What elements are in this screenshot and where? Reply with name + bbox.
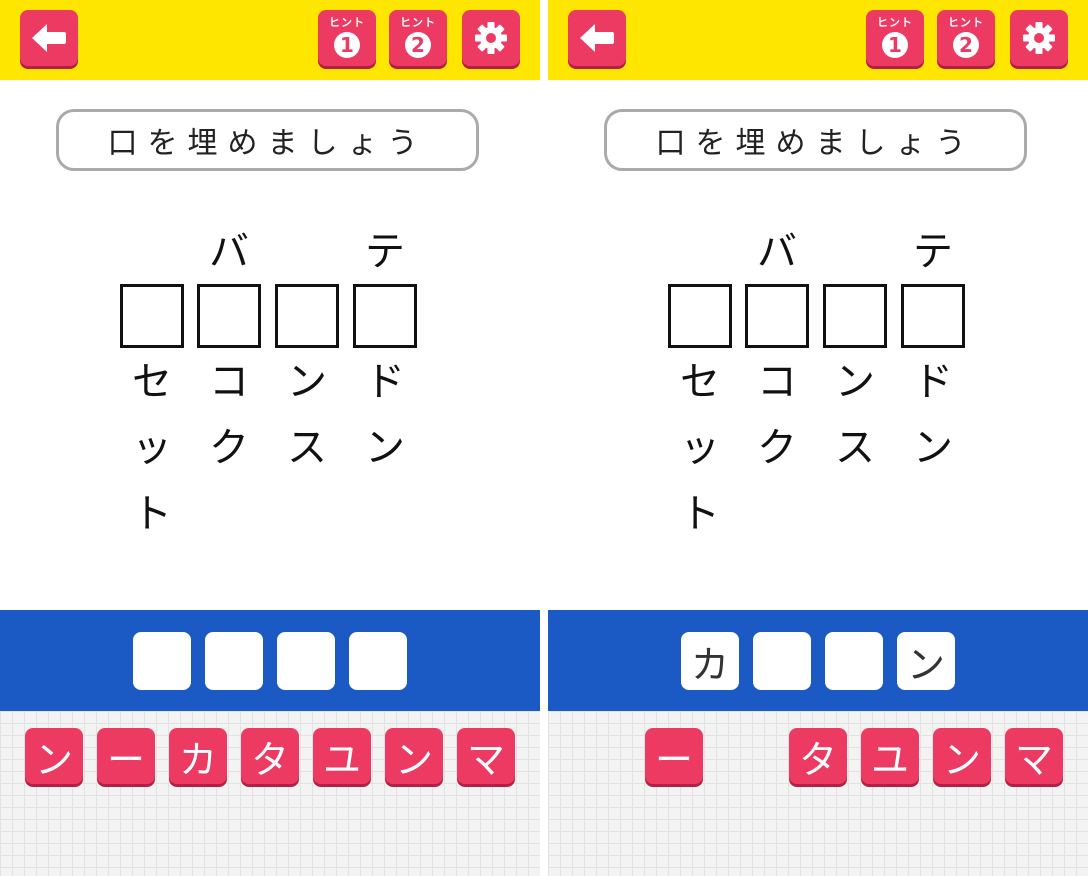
- clue-char-below: ト: [680, 491, 720, 537]
- letter-key[interactable]: ン: [933, 728, 991, 784]
- clue-char-below: ン: [287, 359, 327, 405]
- clue-char-below: ド: [365, 359, 405, 405]
- letter-key[interactable]: タ: [789, 728, 847, 784]
- answer-bar: カン: [548, 610, 1088, 711]
- answer-slot[interactable]: [753, 632, 811, 690]
- game-screen: ヒント 1 ヒント 2 口を埋めましょうバテセットコクンスドンンーカタユンマ: [0, 0, 540, 876]
- clue-char-below: セ: [680, 359, 720, 405]
- clue-char-below: ッ: [680, 425, 720, 471]
- clue-char-above: バ: [209, 229, 249, 275]
- letter-key[interactable]: ユ: [313, 728, 371, 784]
- letter-keyboard: ー タユンマ: [548, 711, 1088, 876]
- answer-box: [745, 284, 809, 348]
- letter-key[interactable]: ユ: [861, 728, 919, 784]
- letter-key[interactable]: カ: [169, 728, 227, 784]
- answer-box: [668, 284, 732, 348]
- letter-key[interactable]: ン: [385, 728, 443, 784]
- answer-box: [120, 284, 184, 348]
- clue-char-below: ン: [913, 425, 953, 471]
- clue-char-below: コ: [757, 359, 797, 405]
- letter-key[interactable]: マ: [1005, 728, 1063, 784]
- clue-char-above: テ: [365, 229, 405, 275]
- game-screen: ヒント 1 ヒント 2 口を埋めましょうバテセットコクンスドンカンータユンマ: [548, 0, 1088, 876]
- crossword-puzzle: バテセットコクンスドン: [0, 0, 540, 600]
- clue-char-below: ク: [757, 425, 797, 471]
- clue-char-below: ド: [913, 359, 953, 405]
- clue-char-below: ン: [835, 359, 875, 405]
- answer-box: [823, 284, 887, 348]
- letter-key[interactable]: ー: [97, 728, 155, 784]
- clue-char-below: セ: [132, 359, 172, 405]
- clue-char-above: テ: [913, 229, 953, 275]
- clue-char-below: ス: [287, 425, 327, 471]
- answer-bar: [0, 610, 540, 711]
- answer-slot[interactable]: [205, 632, 263, 690]
- answer-slot[interactable]: [133, 632, 191, 690]
- clue-char-below: ン: [365, 425, 405, 471]
- letter-key[interactable]: マ: [457, 728, 515, 784]
- clue-char-below: ス: [835, 425, 875, 471]
- answer-slot[interactable]: ン: [897, 632, 955, 690]
- letter-key[interactable]: タ: [241, 728, 299, 784]
- clue-char-below: ッ: [132, 425, 172, 471]
- answer-box: [197, 284, 261, 348]
- letter-key[interactable]: ー: [645, 728, 703, 784]
- answer-slot[interactable]: [349, 632, 407, 690]
- letter-key[interactable]: ン: [25, 728, 83, 784]
- answer-box: [275, 284, 339, 348]
- letter-keyboard: ンーカタユンマ: [0, 711, 540, 876]
- answer-box: [901, 284, 965, 348]
- crossword-puzzle: バテセットコクンスドン: [548, 0, 1088, 600]
- answer-slot[interactable]: [825, 632, 883, 690]
- clue-char-below: コ: [209, 359, 249, 405]
- answer-slot[interactable]: [277, 632, 335, 690]
- answer-box: [353, 284, 417, 348]
- clue-char-above: バ: [757, 229, 797, 275]
- clue-char-below: ト: [132, 491, 172, 537]
- clue-char-below: ク: [209, 425, 249, 471]
- answer-slot[interactable]: カ: [681, 632, 739, 690]
